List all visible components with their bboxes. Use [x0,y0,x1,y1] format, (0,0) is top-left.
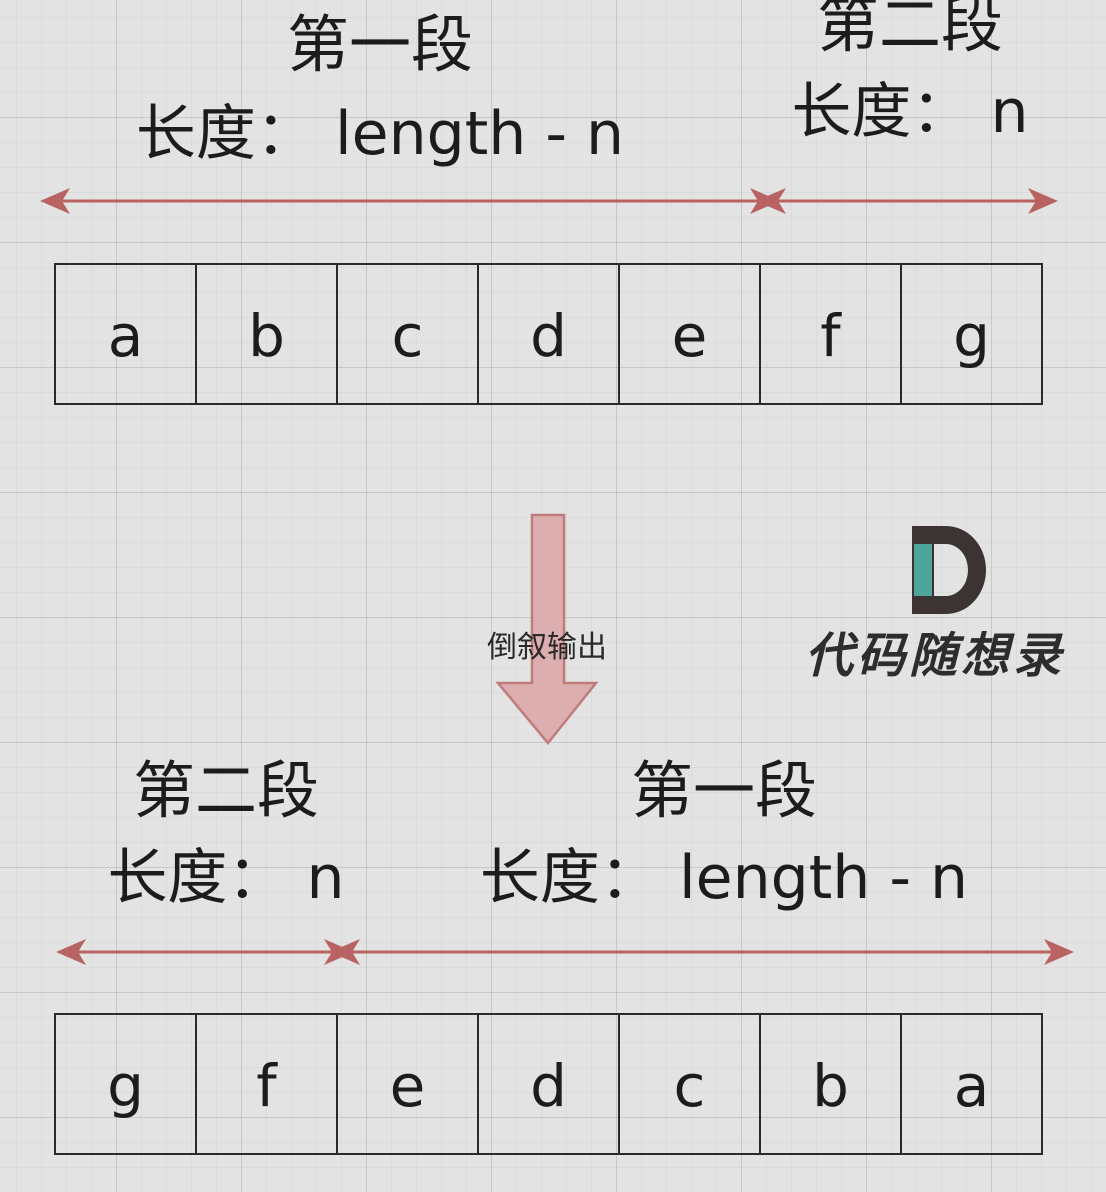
array-cell: g [56,1015,197,1153]
array-cell: b [197,265,338,403]
array-cell: e [620,265,761,403]
reverse-output-label: 倒叙输出 [487,630,607,665]
array-cell: f [197,1015,338,1153]
array-cell: d [479,265,620,403]
array-cell: c [620,1015,761,1153]
array-cell: b [761,1015,902,1153]
logo-d-icon [912,526,986,614]
array-cell: c [338,265,479,403]
logo-text: 代码随想录 [805,628,1066,684]
array-cell: f [761,265,902,403]
array-cell: e [338,1015,479,1153]
top-segment2-range-arrow [756,188,1058,214]
top-array: a b c d e f g [54,263,1043,405]
array-cell: g [953,302,990,370]
bottom-array: g f e d c b a [54,1013,1043,1155]
brand-logo: 代码随想录 [805,520,1095,684]
array-cell: a [953,1052,990,1120]
bottom-segment2-range-arrow [330,939,1074,965]
array-cell: a [56,265,197,403]
array-cell: d [479,1015,620,1153]
